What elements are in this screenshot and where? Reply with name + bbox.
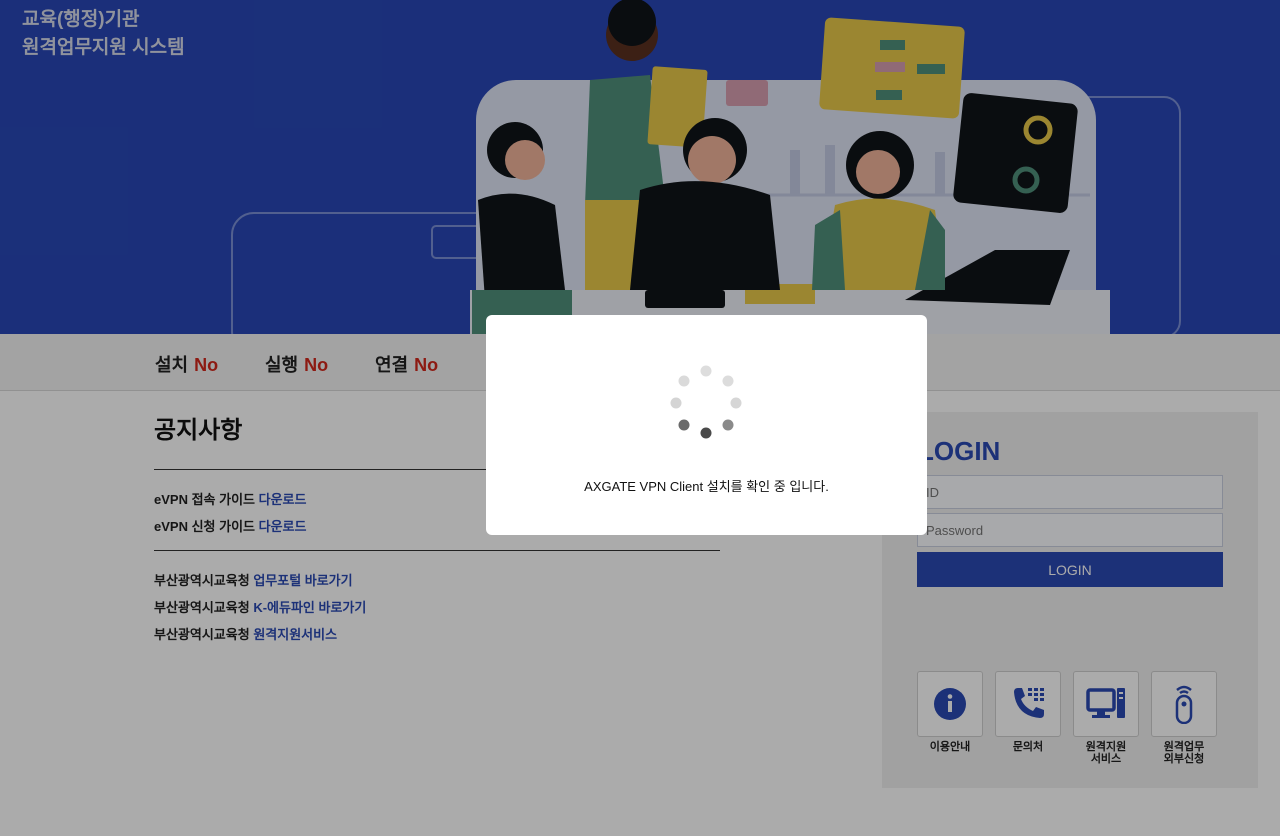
loading-spinner-icon [670,365,742,439]
loading-message: AXGATE VPN Client 설치를 확인 중 입니다. [584,479,829,494]
loading-dialog: AXGATE VPN Client 설치를 확인 중 입니다. [486,315,927,535]
